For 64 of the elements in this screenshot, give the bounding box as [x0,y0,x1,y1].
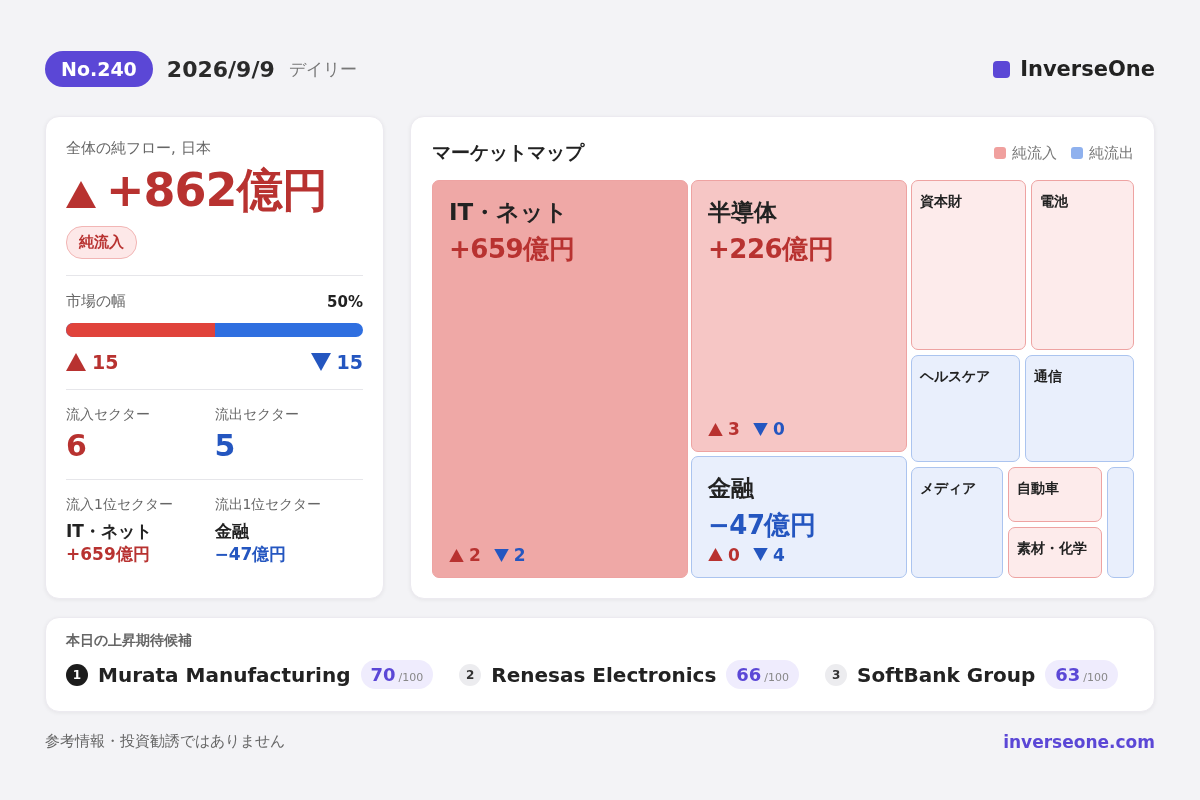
disclaimer-text: 参考情報・投資勧誘ではありません [45,732,285,752]
legend-label: 純流入 [1012,143,1057,163]
top-sector-label: 流入1位セクター [66,496,174,514]
sector-count: 6 [66,428,88,463]
advancers-count: 3 [728,419,740,440]
score-badge: 63 /100 [1045,660,1119,689]
report-date: 2026/9/9 [166,56,275,82]
issue-badge: No.240 [45,51,153,87]
top-sector-name: IT・ネット [66,520,153,543]
sector-name: 資本財 [920,193,964,211]
decliners-count: 15 [336,351,363,373]
advancers-count: 2 [469,545,481,565]
sector-flow-value: +226億円 [707,233,835,266]
brand-name: InverseOne [1020,57,1155,81]
sector-name: 金融 [707,474,756,504]
sector-flow-value: +659億円 [448,233,576,266]
decliners-count: 4 [772,545,785,565]
rank-badge: 2 [459,663,482,686]
sector-name: IT・ネット [448,198,570,227]
rank-badge: 1 [66,663,88,686]
up-triangle-icon [449,548,464,562]
score-badge: 70 /100 [360,660,434,689]
sector-count-label: 流出セクター [214,406,300,424]
candidates-title: 本日の上昇期待候補 [66,632,193,650]
sector-name: 電池 [1039,193,1069,211]
sector-name: 素材・化学 [1016,540,1088,559]
summary-title: 全体の純フロー, 日本 [66,139,211,158]
top-sector-value: +659億円 [66,543,151,566]
score-badge: 66 /100 [726,660,800,689]
legend-label: 純流出 [1089,143,1134,163]
net-flow-amount: +862億円 [106,162,327,219]
sector-name: 半導体 [707,198,779,227]
breadth-label: 市場の幅 [66,292,126,311]
market-map-title: マーケットマップ [432,140,584,165]
net-inflow-badge: 純流入 [66,226,137,259]
decliners-count: 2 [513,545,526,565]
up-triangle-icon [708,548,724,562]
down-triangle-icon [752,548,768,562]
down-triangle-icon [493,548,509,562]
period-label: デイリー [288,57,357,81]
sector-name: 自動車 [1016,479,1060,498]
down-triangle-icon [752,422,768,436]
sector-count: 5 [214,428,237,463]
sector-count-label: 流入セクター [66,406,151,424]
up-triangle-icon [708,422,724,436]
top-sector-value: −47億円 [214,543,288,566]
stock-name: Renesas Electronics [491,662,717,687]
stock-name: Murata Manufacturing [98,662,351,687]
sector-name: ヘルスケア [920,368,992,387]
down-triangle-icon [310,353,331,371]
top-sector-name: 金融 [214,520,250,543]
breadth-percent: 50% [327,292,363,311]
decliners-count: 0 [772,419,785,440]
stock-name: SoftBank Group [857,662,1036,687]
sector-name: メディア [920,479,978,498]
advancers-count: 15 [92,351,119,373]
advancers-count: 0 [728,545,740,565]
logo-icon [993,60,1011,78]
up-triangle-icon [66,353,86,371]
site-link[interactable]: inverseone.com [1003,732,1155,752]
sector-flow-value: −47億円 [707,509,817,543]
rank-badge: 3 [825,663,848,686]
sector-name: 通信 [1034,368,1064,387]
top-sector-label: 流出1位セクター [214,496,323,514]
